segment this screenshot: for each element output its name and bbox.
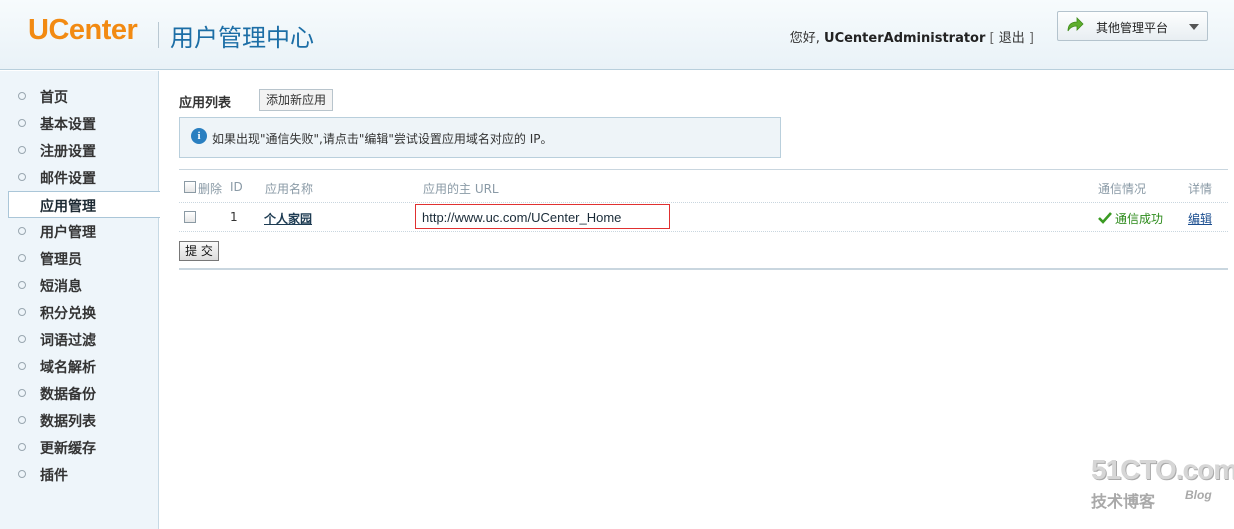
- sidebar-item-label: 短消息: [40, 279, 82, 295]
- edit-link[interactable]: 编辑: [1188, 210, 1212, 227]
- sidebar-item-label: 数据备份: [40, 387, 96, 403]
- header: UCenter 用户管理中心 您好, UCenterAdministrator …: [0, 0, 1234, 70]
- watermark-sub: 技术博客: [1091, 492, 1156, 511]
- sidebar-item-mail-settings[interactable]: 邮件设置: [0, 164, 159, 191]
- sidebar-item-home[interactable]: 首页: [0, 83, 159, 110]
- column-header-delete: 删除: [198, 182, 223, 196]
- logo-divider: [158, 22, 159, 48]
- bullet-icon: [18, 92, 26, 100]
- select-all-checkbox[interactable]: [184, 181, 196, 193]
- sidebar-item-word-filter[interactable]: 词语过滤: [0, 326, 159, 353]
- sidebar-item-label: 插件: [40, 468, 68, 484]
- sidebar-item-messages[interactable]: 短消息: [0, 272, 159, 299]
- greeting-prefix: 您好,: [789, 31, 820, 46]
- platform-label: 其他管理平台: [1096, 21, 1169, 35]
- column-header-name: 应用名称: [265, 182, 314, 196]
- bullet-icon: [18, 227, 26, 235]
- sidebar-item-label: 注册设置: [40, 144, 96, 160]
- row-delete-checkbox[interactable]: [184, 211, 196, 223]
- app-url-highlight: http://www.uc.com/UCenter_Home: [415, 204, 670, 229]
- submit-button[interactable]: 提 交: [179, 241, 219, 261]
- sidebar-item-credit-exchange[interactable]: 积分兑换: [0, 299, 159, 326]
- row-divider: [179, 202, 1228, 203]
- bullet-icon: [18, 416, 26, 424]
- chevron-down-icon: [1189, 24, 1199, 30]
- bullet-icon: [18, 281, 26, 289]
- status-text: 通信成功: [1115, 212, 1164, 226]
- watermark: 51CTO.com 技术博客 Blog: [1088, 454, 1234, 514]
- logout-link[interactable]: 退出: [999, 31, 1025, 46]
- bullet-icon: [18, 443, 26, 451]
- sidebar-item-label: 词语过滤: [40, 333, 96, 349]
- sidebar-item-label: 域名解析: [40, 360, 96, 376]
- bullet-icon: [18, 470, 26, 478]
- sidebar-item-data-list[interactable]: 数据列表: [0, 407, 159, 434]
- page-title: 用户管理中心: [170, 24, 314, 52]
- sidebar-item-label: 应用管理: [40, 199, 96, 215]
- table-divider: [179, 169, 1228, 170]
- add-app-button[interactable]: 添加新应用: [259, 89, 334, 111]
- bullet-icon: [18, 119, 26, 127]
- row-divider: [179, 231, 1228, 232]
- sidebar-item-administrators[interactable]: 管理员: [0, 245, 159, 272]
- bracket-close: ]: [1028, 31, 1034, 46]
- sidebar-item-label: 基本设置: [40, 117, 96, 133]
- status-cell: 通信成功: [1098, 210, 1163, 227]
- app-name-link[interactable]: 个人家园: [264, 210, 312, 227]
- watermark-site: 51CTO.com: [1091, 454, 1234, 485]
- sidebar-item-user-management[interactable]: 用户管理: [0, 218, 159, 245]
- row-id: 1: [230, 210, 238, 224]
- sidebar-item-register-settings[interactable]: 注册设置: [0, 137, 159, 164]
- sidebar-item-app-management[interactable]: 应用管理: [8, 191, 160, 218]
- bullet-icon: [18, 389, 26, 397]
- sidebar-item-basic-settings[interactable]: 基本设置: [0, 110, 159, 137]
- bullet-icon: [18, 335, 26, 343]
- sidebar-item-label: 更新缓存: [40, 441, 96, 457]
- sidebar-item-label: 管理员: [40, 252, 82, 268]
- sidebar-item-label: 用户管理: [40, 225, 96, 241]
- bracket-open: [: [989, 31, 995, 46]
- app-url: http://www.uc.com/UCenter_Home: [422, 210, 622, 225]
- info-icon: i: [191, 128, 207, 144]
- sidebar-item-dns[interactable]: 域名解析: [0, 353, 159, 380]
- username: UCenterAdministrator: [824, 31, 986, 46]
- sidebar-item-label: 积分兑换: [40, 306, 96, 322]
- column-header-id: ID: [230, 180, 243, 194]
- info-notice: i 如果出现"通信失败",请点击"编辑"尝试设置应用域名对应的 IP。: [179, 117, 781, 158]
- bullet-icon: [18, 308, 26, 316]
- check-icon: [1098, 212, 1112, 224]
- column-header-url: 应用的主 URL: [423, 182, 499, 196]
- sidebar-item-plugins[interactable]: 插件: [0, 461, 159, 488]
- user-greeting: 您好, UCenterAdministrator [ 退出 ]: [790, 27, 1034, 46]
- other-platform-dropdown[interactable]: 其他管理平台: [1057, 11, 1208, 41]
- sidebar-item-label: 邮件设置: [40, 171, 96, 187]
- redirect-arrow-icon: [1066, 17, 1084, 36]
- sidebar-item-label: 数据列表: [40, 414, 96, 430]
- sidebar: 首页 基本设置 注册设置 邮件设置 应用管理 用户管理 管理员 短消息 积分兑换…: [0, 71, 160, 529]
- bullet-icon: [18, 362, 26, 370]
- sidebar-item-backup[interactable]: 数据备份: [0, 380, 159, 407]
- bullet-icon: [18, 173, 26, 181]
- sidebar-item-update-cache[interactable]: 更新缓存: [0, 434, 159, 461]
- sidebar-item-label: 首页: [40, 90, 68, 106]
- watermark-blog: Blog: [1185, 488, 1212, 502]
- table-bottom-divider: [179, 268, 1228, 270]
- notice-text: 如果出现"通信失败",请点击"编辑"尝试设置应用域名对应的 IP。: [212, 132, 553, 146]
- bullet-icon: [18, 254, 26, 262]
- ucenter-logo[interactable]: UCenter: [28, 14, 138, 47]
- column-header-status: 通信情况: [1098, 182, 1147, 196]
- bullet-icon: [18, 146, 26, 154]
- column-header-detail: 详情: [1188, 182, 1213, 196]
- section-title: 应用列表: [179, 96, 232, 111]
